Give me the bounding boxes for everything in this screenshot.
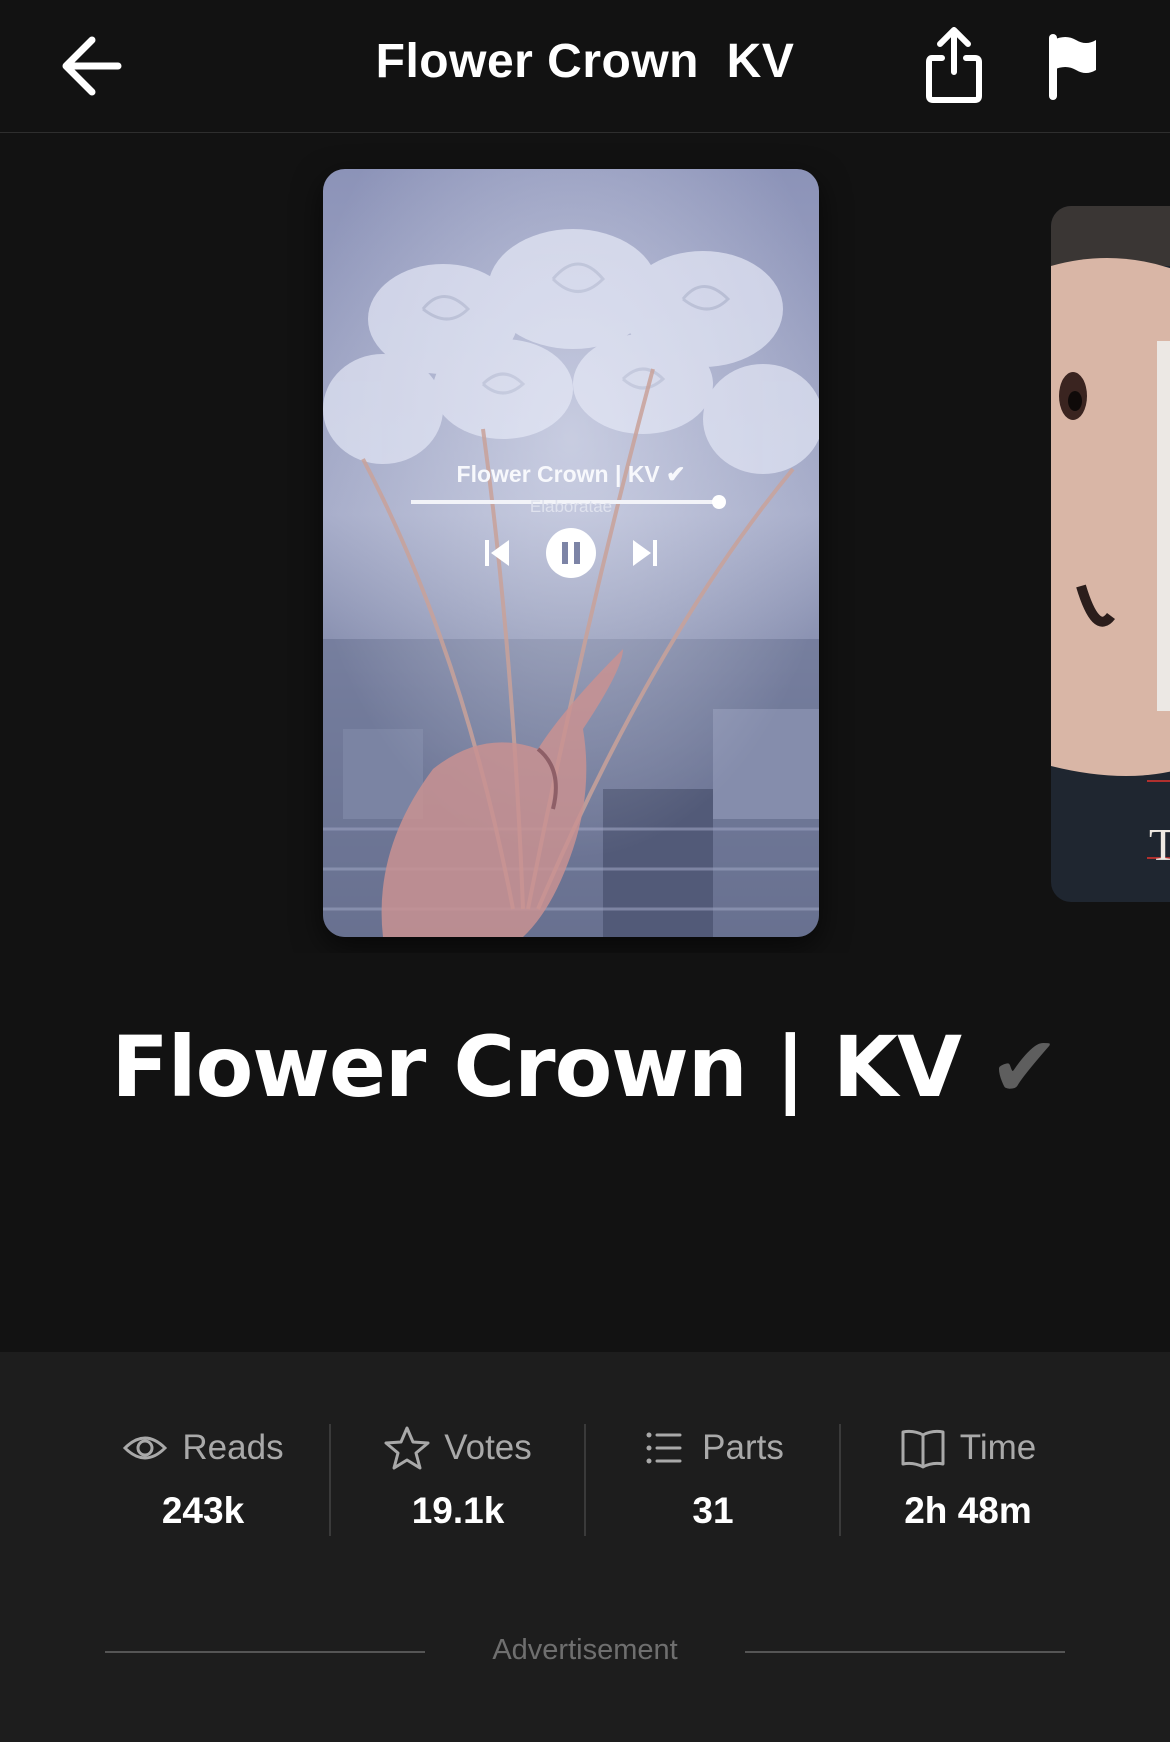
flag-icon — [1049, 34, 1096, 100]
story-stats-panel: Reads 243k Votes 19.1k Parts 31 Time 2h … — [0, 1352, 1170, 1742]
eye-icon — [123, 1436, 168, 1460]
stat-time: Time 2h 48m — [841, 1424, 1095, 1540]
list-icon — [646, 1432, 682, 1464]
stat-parts-label: Parts — [702, 1428, 784, 1467]
pause-icon — [546, 528, 596, 578]
cover-carousel[interactable]: Flower Crown | KV ✔ Elaboratae T — [0, 133, 1170, 953]
report-button[interactable] — [1048, 34, 1100, 100]
title-check-mark: ✔ — [989, 1018, 1059, 1116]
share-button[interactable] — [924, 24, 984, 106]
book-icon — [901, 1429, 945, 1469]
stat-votes: Votes 19.1k — [331, 1424, 585, 1540]
top-bar: Flower Crown KV — [0, 0, 1170, 133]
star-icon — [384, 1426, 430, 1470]
stat-reads-value: 243k — [161, 1490, 245, 1531]
story-title-text: Flower Crown | KV — [111, 1018, 962, 1116]
share-icon — [926, 27, 982, 103]
stat-parts: Parts 31 — [586, 1424, 840, 1540]
cover-song-title: Flower Crown | KV ✔ — [456, 461, 686, 487]
stat-time-label: Time — [959, 1428, 1037, 1467]
stat-time-value: 2h 48m — [904, 1490, 1032, 1531]
ad-divider-right — [745, 1651, 1065, 1653]
cover-artist-name: Elaboratae — [529, 497, 613, 516]
next-story-cover[interactable]: T — [1051, 206, 1170, 902]
stat-parts-value: 31 — [692, 1490, 734, 1531]
stat-votes-label: Votes — [444, 1428, 532, 1467]
stat-votes-value: 19.1k — [411, 1490, 505, 1531]
top-bar-title: Flower Crown KV — [375, 35, 795, 88]
story-cover[interactable]: Flower Crown | KV ✔ Elaboratae — [323, 169, 819, 937]
story-title: Flower Crown | KV ✔ — [0, 1018, 1170, 1116]
cover-artwork — [323, 169, 819, 937]
stat-reads-label: Reads — [182, 1428, 284, 1467]
next-cover-artwork — [1051, 206, 1170, 902]
next-cover-text: T — [1149, 819, 1170, 870]
stat-reads: Reads 243k — [76, 1424, 330, 1540]
